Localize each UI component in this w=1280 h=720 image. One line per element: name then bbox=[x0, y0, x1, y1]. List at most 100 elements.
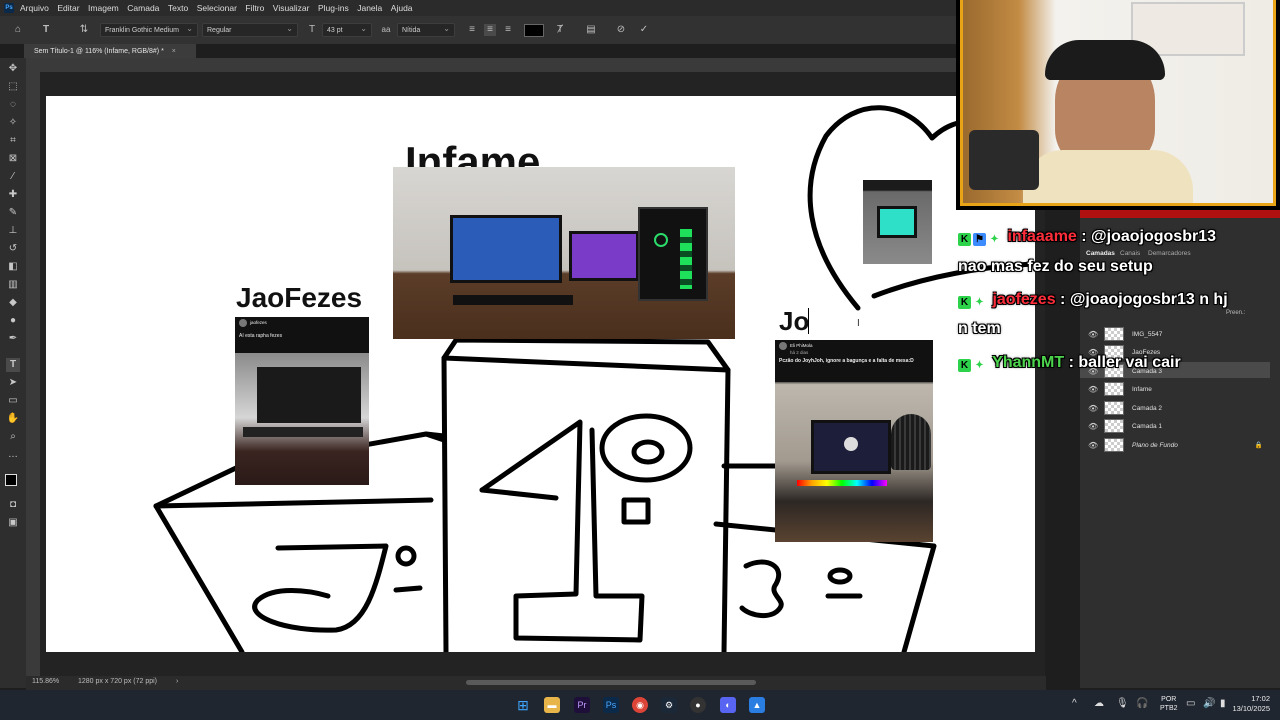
network-icon[interactable]: ▭ bbox=[1186, 698, 1195, 709]
pen-tool-icon[interactable]: ✒ bbox=[6, 332, 20, 346]
lasso-tool-icon[interactable]: ◌ bbox=[6, 98, 20, 112]
tray-headset-icon[interactable]: 🎧 bbox=[1136, 698, 1148, 709]
foreground-color-swatch[interactable] bbox=[5, 474, 17, 486]
language-indicator[interactable]: POR PTB2 bbox=[1160, 695, 1178, 713]
document-info[interactable]: 1280 px x 720 px (72 ppi) bbox=[78, 678, 157, 685]
gradient-tool-icon[interactable]: ▥ bbox=[6, 278, 20, 292]
magic-wand-tool-icon[interactable]: ✧ bbox=[6, 116, 20, 130]
chat-user[interactable]: infaaame bbox=[1007, 228, 1076, 245]
label-jo-typing[interactable]: Jo bbox=[779, 306, 809, 337]
character-panel-icon[interactable]: ▤ bbox=[585, 24, 597, 36]
layer-infame[interactable]: 👁 Infame bbox=[1084, 380, 1269, 398]
clock[interactable]: 17:02 13/10/2025 bbox=[1228, 694, 1270, 714]
windows-start-icon[interactable]: ⊞ bbox=[515, 697, 531, 713]
marquee-tool-icon[interactable]: ⬚ bbox=[6, 80, 20, 94]
menu-visualizar[interactable]: Visualizar bbox=[273, 3, 310, 13]
cancel-icon[interactable]: ⊘ bbox=[615, 24, 627, 36]
webcam-overlay bbox=[956, 0, 1280, 210]
screen-mode-icon[interactable]: ▣ bbox=[6, 516, 20, 530]
path-selection-tool-icon[interactable]: ➤ bbox=[6, 376, 20, 390]
align-center-icon[interactable]: ≡ bbox=[484, 24, 496, 36]
layer-camada-1[interactable]: 👁 Camada 1 bbox=[1084, 417, 1269, 435]
chat-user[interactable]: YhannMT bbox=[992, 354, 1064, 371]
lang-primary: POR bbox=[1161, 696, 1177, 703]
battery-icon[interactable]: ▮ bbox=[1220, 698, 1226, 709]
menu-janela[interactable]: Janela bbox=[357, 3, 382, 13]
horizontal-scrollbar[interactable] bbox=[466, 680, 756, 685]
tray-cloud-icon[interactable]: ☁ bbox=[1094, 698, 1104, 709]
text-orientation-icon[interactable]: ⇅ bbox=[78, 24, 90, 36]
align-left-icon[interactable]: ≡ bbox=[466, 24, 478, 36]
photo-jaofezes-post[interactable]: jaofezes Aí esta rapha fezes bbox=[235, 317, 369, 485]
photo-tv[interactable] bbox=[863, 180, 932, 264]
type-tool-icon[interactable]: T bbox=[6, 358, 20, 372]
menu-imagem[interactable]: Imagem bbox=[88, 3, 119, 13]
photoshop-icon[interactable]: Ps bbox=[603, 697, 619, 713]
eye-icon[interactable]: 👁 bbox=[1088, 404, 1098, 413]
antialias-select[interactable]: Nítida bbox=[397, 23, 455, 37]
warp-text-icon[interactable]: Ⱦ bbox=[554, 24, 566, 36]
obs-icon[interactable]: ● bbox=[690, 697, 706, 713]
eyedropper-tool-icon[interactable]: ⁄ bbox=[6, 170, 20, 184]
zoom-tool-icon[interactable]: ⌕ bbox=[6, 430, 20, 444]
photo-infame-setup[interactable] bbox=[393, 167, 735, 339]
brush-tool-icon[interactable]: ✎ bbox=[6, 206, 20, 220]
zoom-level[interactable]: 115.86% bbox=[32, 678, 59, 685]
history-brush-tool-icon[interactable]: ↺ bbox=[6, 242, 20, 256]
menu-ajuda[interactable]: Ajuda bbox=[391, 3, 413, 13]
photo-third-post[interactable]: Eli PhiMola há 2 dias Pczão do JoyhJoh, … bbox=[775, 340, 933, 542]
menu-arquivo[interactable]: Arquivo bbox=[20, 3, 49, 13]
label-jaofezes[interactable]: JaoFezes bbox=[236, 282, 362, 314]
discord-icon[interactable]: ◐ bbox=[720, 697, 736, 713]
eye-icon[interactable]: 👁 bbox=[1088, 441, 1098, 450]
menu-texto[interactable]: Texto bbox=[168, 3, 188, 13]
dodge-tool-icon[interactable]: ● bbox=[6, 314, 20, 328]
chrome-icon[interactable]: ◉ bbox=[632, 697, 648, 713]
blur-tool-icon[interactable]: ◆ bbox=[6, 296, 20, 310]
frame-tool-icon[interactable]: ⊠ bbox=[6, 152, 20, 166]
steam-icon[interactable]: ⚙ bbox=[661, 697, 677, 713]
app-icon[interactable]: ▲ bbox=[749, 697, 765, 713]
tray-chevron-icon[interactable]: ^ bbox=[1072, 698, 1077, 709]
font-size-select[interactable]: 43 pt bbox=[322, 23, 372, 37]
crop-tool-icon[interactable]: ⌗ bbox=[6, 134, 20, 148]
font-style-select[interactable]: Regular bbox=[202, 23, 298, 37]
quick-mask-icon[interactable]: ◘ bbox=[6, 498, 20, 512]
menu-plugins[interactable]: Plug-ins bbox=[318, 3, 349, 13]
menu-filtro[interactable]: Filtro bbox=[245, 3, 264, 13]
stamp-tool-icon[interactable]: ⊥ bbox=[6, 224, 20, 238]
chat-user[interactable]: jaofezes bbox=[992, 291, 1055, 308]
text-color-swatch[interactable] bbox=[524, 24, 544, 37]
text-tool-preset-icon[interactable]: T bbox=[40, 24, 52, 36]
menu-editar[interactable]: Editar bbox=[57, 3, 79, 13]
layer-camada-2[interactable]: 👁 Camada 2 bbox=[1084, 399, 1269, 417]
tab-demarcadores[interactable]: Demarcadores bbox=[1148, 250, 1191, 257]
document-canvas[interactable]: Infame JaoFezes jaofezes Aí esta rapha f… bbox=[46, 96, 1035, 652]
menu-selecionar[interactable]: Selecionar bbox=[197, 3, 237, 13]
move-tool-icon[interactable]: ✥ bbox=[6, 62, 20, 76]
eraser-tool-icon[interactable]: ◧ bbox=[6, 260, 20, 274]
align-right-icon[interactable]: ≡ bbox=[502, 24, 514, 36]
file-explorer-icon[interactable]: ▬ bbox=[544, 697, 560, 713]
tab-camadas[interactable]: Camadas bbox=[1086, 250, 1115, 257]
close-tab-icon[interactable]: × bbox=[172, 48, 176, 55]
volume-icon[interactable]: 🔊 bbox=[1203, 698, 1215, 709]
tab-canais[interactable]: Canais bbox=[1120, 250, 1140, 257]
more-tools-icon[interactable]: … bbox=[6, 448, 20, 462]
eye-icon[interactable]: 👁 bbox=[1088, 422, 1098, 431]
eye-icon[interactable]: 👁 bbox=[1088, 385, 1098, 394]
home-icon[interactable]: ⌂ bbox=[12, 24, 24, 36]
status-arrow-icon[interactable]: › bbox=[176, 678, 178, 685]
healing-brush-tool-icon[interactable]: ✚ bbox=[6, 188, 20, 202]
layer-img5547[interactable]: 👁 IMG_5547 bbox=[1084, 325, 1269, 343]
font-family-select[interactable]: Franklin Gothic Medium bbox=[100, 23, 198, 37]
layer-plano-de-fundo[interactable]: 👁 Plano de Fundo 🔒 bbox=[1084, 436, 1269, 454]
commit-check-icon[interactable]: ✓ bbox=[638, 24, 650, 36]
shape-tool-icon[interactable]: ▭ bbox=[6, 394, 20, 408]
premiere-icon[interactable]: Pr bbox=[574, 697, 590, 713]
eye-icon[interactable]: 👁 bbox=[1088, 330, 1098, 339]
hand-tool-icon[interactable]: ✋ bbox=[6, 412, 20, 426]
document-tab[interactable]: Sem Título-1 @ 116% (Infame, RGB/8#) * × bbox=[24, 44, 196, 58]
menu-camada[interactable]: Camada bbox=[127, 3, 159, 13]
tray-mic-icon[interactable]: 🎙 bbox=[1116, 698, 1129, 709]
